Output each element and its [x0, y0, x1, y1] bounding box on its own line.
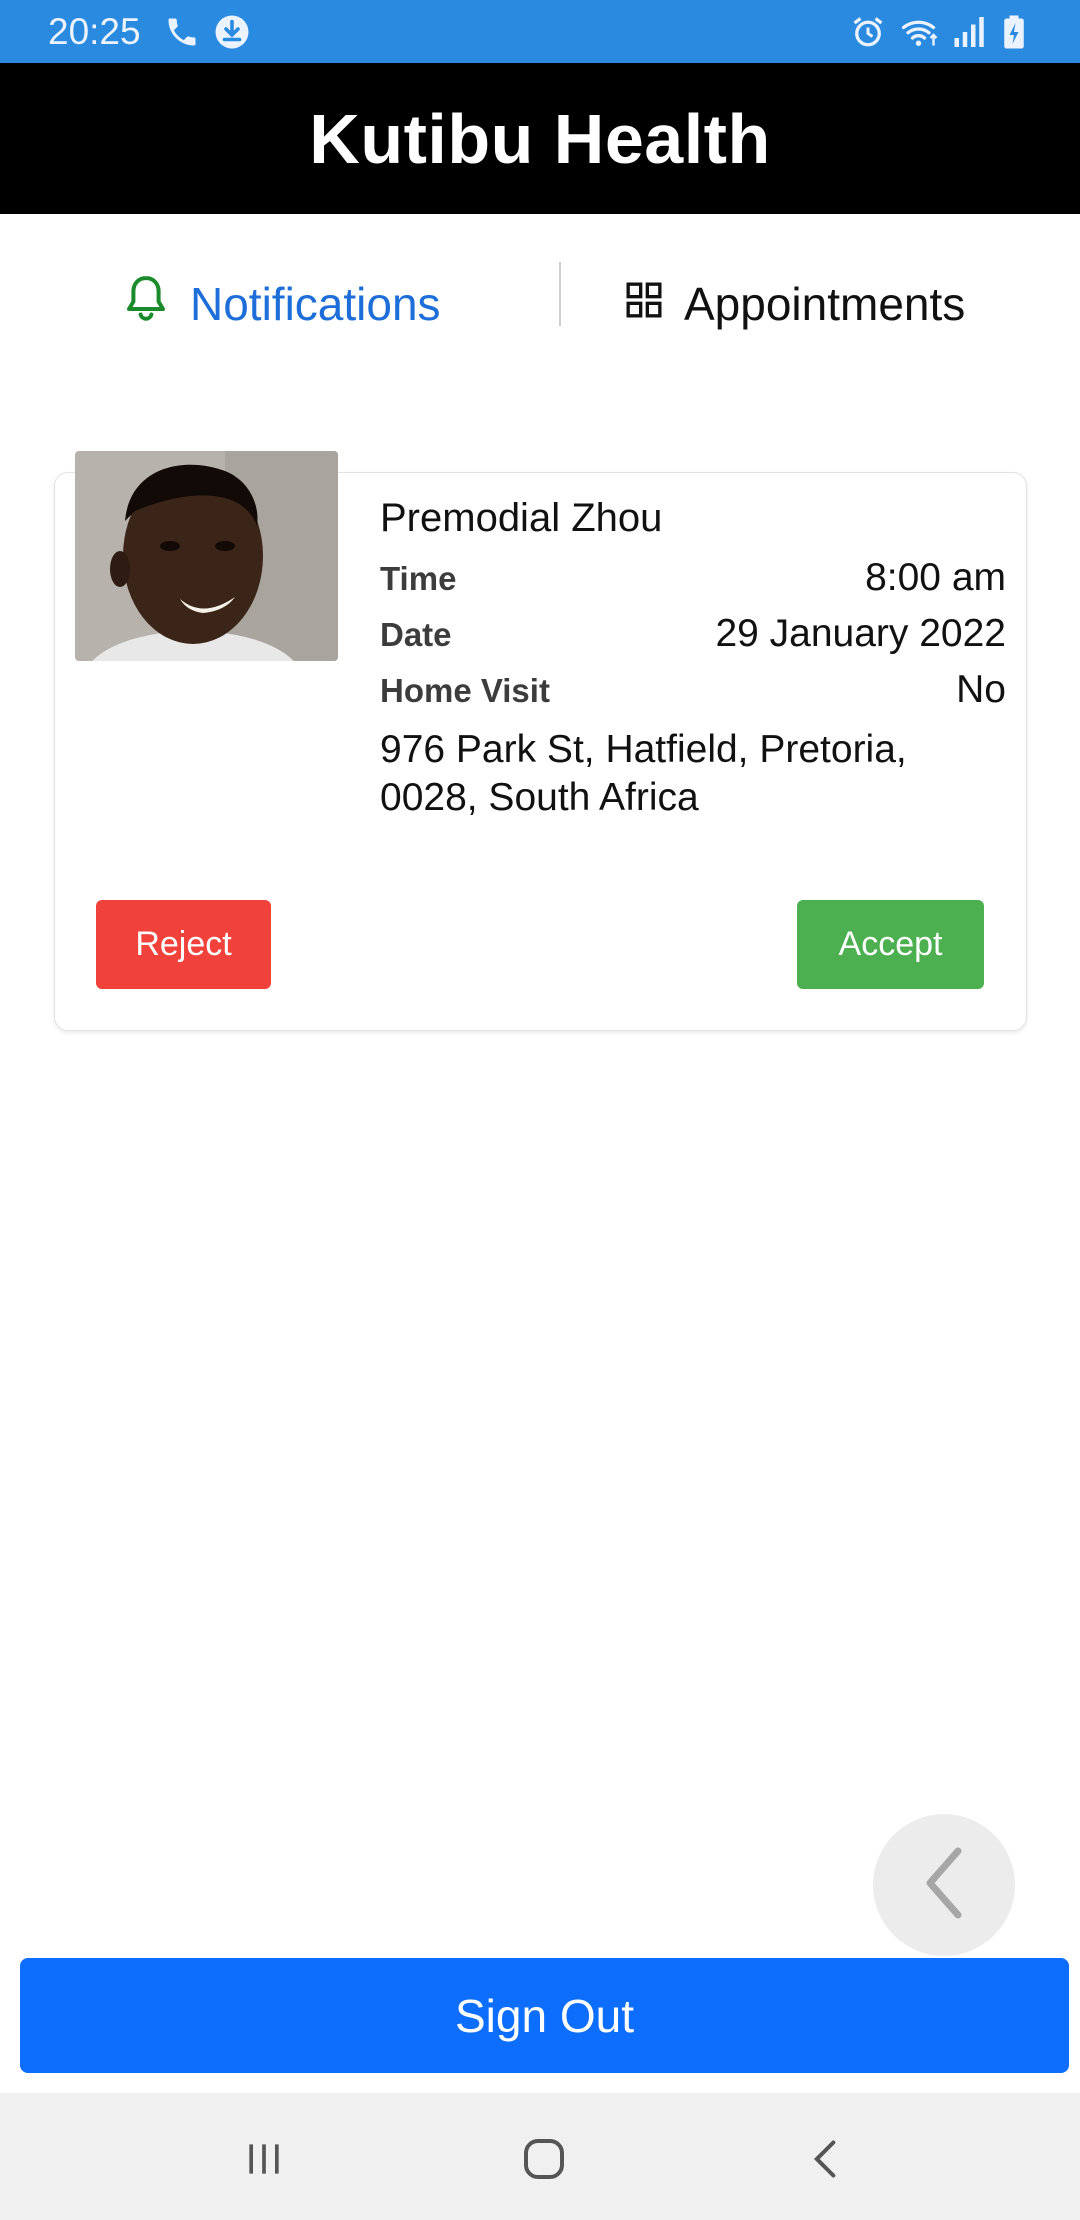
wifi-icon	[900, 14, 938, 50]
chevron-left-icon	[914, 1843, 974, 1928]
phone-icon	[164, 14, 200, 50]
battery-charging-icon	[1000, 14, 1036, 50]
bell-icon	[122, 273, 170, 336]
status-time: 20:25	[48, 11, 141, 52]
sign-out-button[interactable]: Sign Out	[20, 1958, 1069, 2073]
request-details: Premodial Zhou Time 8:00 am Date 29 Janu…	[380, 490, 1006, 822]
home-visit-value: No	[956, 668, 1006, 711]
home-icon[interactable]	[514, 2131, 574, 2187]
date-value: 29 January 2022	[715, 612, 1006, 655]
accept-button[interactable]: Accept	[797, 900, 984, 989]
reject-button[interactable]: Reject	[96, 900, 271, 989]
back-icon[interactable]	[796, 2131, 856, 2187]
alarm-icon	[850, 14, 886, 50]
tab-notifications-label: Notifications	[190, 278, 441, 330]
recent-apps-icon[interactable]	[234, 2131, 294, 2187]
time-label: Time	[380, 560, 457, 597]
home-visit-label: Home Visit	[380, 672, 550, 709]
time-value: 8:00 am	[865, 556, 1006, 599]
download-icon	[214, 14, 250, 50]
patient-address: 976 Park St, Hatfield, Pretoria, 0028, S…	[380, 728, 907, 819]
grid-icon	[624, 277, 664, 331]
home-visit-row: Home Visit No	[380, 668, 1006, 724]
signal-icon	[950, 14, 986, 50]
patient-name: Premodial Zhou	[380, 496, 663, 540]
time-row: Time 8:00 am	[380, 556, 1006, 612]
tab-bar: Notifications Appointments	[0, 214, 1080, 374]
date-row: Date 29 January 2022	[380, 612, 1006, 668]
floating-back-button[interactable]	[873, 1814, 1015, 1956]
app-header: Kutibu Health	[0, 63, 1080, 214]
tab-divider	[559, 262, 561, 326]
status-bar: 20:25	[0, 0, 1080, 63]
tab-appointments[interactable]: Appointments	[624, 264, 965, 344]
app-title: Kutibu Health	[309, 99, 771, 178]
patient-photo	[75, 451, 338, 661]
date-label: Date	[380, 616, 452, 653]
tab-notifications[interactable]: Notifications	[122, 264, 441, 344]
tab-appointments-label: Appointments	[684, 278, 966, 330]
system-navigation-bar	[0, 2093, 1080, 2220]
